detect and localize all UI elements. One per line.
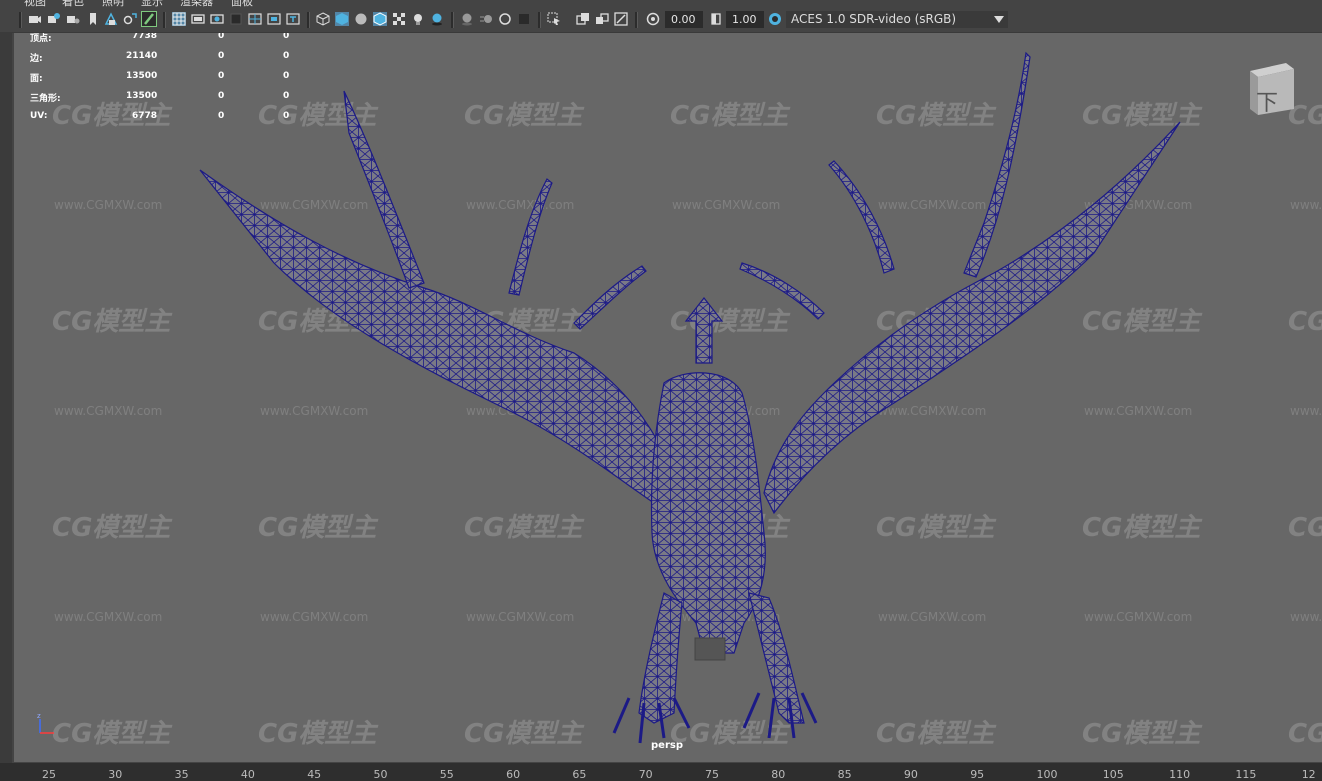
isolate-select-icon[interactable] xyxy=(547,12,561,26)
hud-selected: 0 xyxy=(218,111,225,121)
toolbar-separator xyxy=(538,12,541,28)
hud-selected: 0 xyxy=(218,71,225,81)
menu-bar: 视图 着色 照明 显示 渲染器 面板 xyxy=(0,0,1322,8)
hud-component: 0 xyxy=(283,51,290,61)
hud-selected: 0 xyxy=(218,33,225,41)
gamma-icon[interactable] xyxy=(709,12,723,26)
view-cube-face-label[interactable]: 下 xyxy=(1252,85,1282,117)
hud-value: 6778 xyxy=(132,111,158,121)
shadows-icon[interactable] xyxy=(430,12,444,26)
gate-mask-icon[interactable] xyxy=(229,12,243,26)
toolbar-separator xyxy=(307,12,310,28)
toolbar-separator xyxy=(19,12,22,28)
timeline-tick-label: 60 xyxy=(506,768,521,781)
hud-value: 7738 xyxy=(132,33,158,41)
toolbar-separator xyxy=(635,12,638,28)
lock-camera-icon[interactable] xyxy=(47,12,61,26)
menu-panels[interactable]: 面板 xyxy=(231,0,253,8)
hud-label: 面: xyxy=(30,74,43,84)
timeline-tick-label: 105 xyxy=(1102,768,1124,781)
hud-value: 13500 xyxy=(126,71,158,81)
textured-icon[interactable] xyxy=(392,12,406,26)
view-transform-icon[interactable] xyxy=(768,12,782,26)
timeline-tick-label: 40 xyxy=(240,768,255,781)
timeline-tick-label: 95 xyxy=(970,768,985,781)
smooth-shade-icon[interactable] xyxy=(335,12,349,26)
timeline-tick-label: 12 xyxy=(1301,768,1316,781)
default-material-icon[interactable] xyxy=(354,12,368,26)
safe-title-icon[interactable] xyxy=(286,12,300,26)
xray-icon[interactable] xyxy=(576,12,590,26)
exposure-icon[interactable] xyxy=(646,12,660,26)
grease-pencil-icon[interactable] xyxy=(141,11,157,27)
axis-gizmo: z xyxy=(37,712,54,734)
timeline-tick-label: 100 xyxy=(1036,768,1058,781)
hud-selected: 0 xyxy=(218,51,225,61)
camera-name-label: persp xyxy=(651,740,683,751)
toolbar-separator xyxy=(163,12,166,28)
bookmark-icon[interactable] xyxy=(86,12,100,26)
timeline-tick-label: 35 xyxy=(174,768,189,781)
2d-pan-zoom-icon[interactable] xyxy=(123,12,137,26)
image-plane-icon[interactable] xyxy=(104,12,118,26)
timeline-tick-label: 45 xyxy=(307,768,322,781)
hud-label: 三角形: xyxy=(30,94,61,104)
hud-component: 0 xyxy=(283,91,290,101)
timeline-tick-label: 25 xyxy=(42,768,56,781)
hud-label: 顶点: xyxy=(30,34,52,44)
menu-shading[interactable]: 着色 xyxy=(62,0,84,8)
hud-component: 0 xyxy=(283,111,290,121)
hud-label: UV: xyxy=(30,111,48,121)
timeline-tick-label: 70 xyxy=(638,768,653,781)
anti-aliasing-icon[interactable] xyxy=(498,12,512,26)
screen-space-ao-icon[interactable] xyxy=(460,12,474,26)
chevron-down-icon[interactable] xyxy=(994,16,1004,23)
color-space-dropdown[interactable]: ACES 1.0 SDR-video (sRGB) xyxy=(786,11,1008,28)
timeline-tick-label: 65 xyxy=(572,768,587,781)
hud-label: 边: xyxy=(30,54,43,64)
left-panel-strip xyxy=(0,32,12,763)
hud-value: 13500 xyxy=(126,91,158,101)
hud-selected: 0 xyxy=(218,91,225,101)
axis-z-label: z xyxy=(37,712,41,720)
gamma-field[interactable]: 1.00 xyxy=(726,11,764,28)
time-slider[interactable]: 25 30 35 40 45 50 55 60 65 70 75 80 85 90 95 100 105 110 1… xyxy=(0,763,1322,781)
toolbar-separator xyxy=(451,12,454,28)
viewport-toolbar: 0.00 1.00 ACES 1.0 SDR-video (sRGB) xyxy=(0,8,1322,33)
viewport-panel[interactable]: CG模型主CG模型主CG模型主CG模型主CG模型主CG模型主CG模型主CG模型主… xyxy=(14,33,1322,762)
timeline-tick-label: 110 xyxy=(1169,768,1191,781)
timeline-tick-label: 55 xyxy=(439,768,454,781)
grid-icon[interactable] xyxy=(172,12,186,26)
wireframe-on-shaded-icon[interactable] xyxy=(373,12,387,26)
hud-component: 0 xyxy=(283,71,290,81)
xray-joints-icon[interactable] xyxy=(595,12,609,26)
timeline-tick-label: 50 xyxy=(373,768,388,781)
motion-blur-icon[interactable] xyxy=(479,12,493,26)
use-all-lights-icon[interactable] xyxy=(411,12,425,26)
field-chart-icon[interactable] xyxy=(248,12,262,26)
menu-view[interactable]: 视图 xyxy=(24,0,46,8)
menu-show[interactable]: 显示 xyxy=(141,0,163,8)
timeline-tick-label: 30 xyxy=(108,768,123,781)
resolution-gate-icon[interactable] xyxy=(210,12,224,26)
safe-action-icon[interactable] xyxy=(267,12,281,26)
film-gate-icon[interactable] xyxy=(191,12,205,26)
timeline-tick-label: 90 xyxy=(903,768,918,781)
camera-attributes-icon[interactable] xyxy=(66,12,80,26)
timeline-tick-label: 80 xyxy=(771,768,786,781)
color-space-value: ACES 1.0 SDR-video (sRGB) xyxy=(791,12,957,26)
menu-lighting[interactable]: 照明 xyxy=(102,0,124,8)
wireframe-icon[interactable] xyxy=(316,12,330,26)
dragon-wireframe-mesh[interactable] xyxy=(14,33,1322,762)
timeline-tick-label: 75 xyxy=(705,768,719,781)
backface-culling-icon[interactable] xyxy=(614,12,628,26)
exposure-field[interactable]: 0.00 xyxy=(665,11,703,28)
camera-icon[interactable] xyxy=(28,12,42,26)
depth-of-field-icon[interactable] xyxy=(517,12,531,26)
menu-renderer[interactable]: 渲染器 xyxy=(180,0,213,8)
timeline-tick-label: 115 xyxy=(1235,768,1257,781)
timeline-tick-label: 85 xyxy=(837,768,852,781)
hud-component: 0 xyxy=(283,33,290,41)
hud-value: 21140 xyxy=(126,51,158,61)
